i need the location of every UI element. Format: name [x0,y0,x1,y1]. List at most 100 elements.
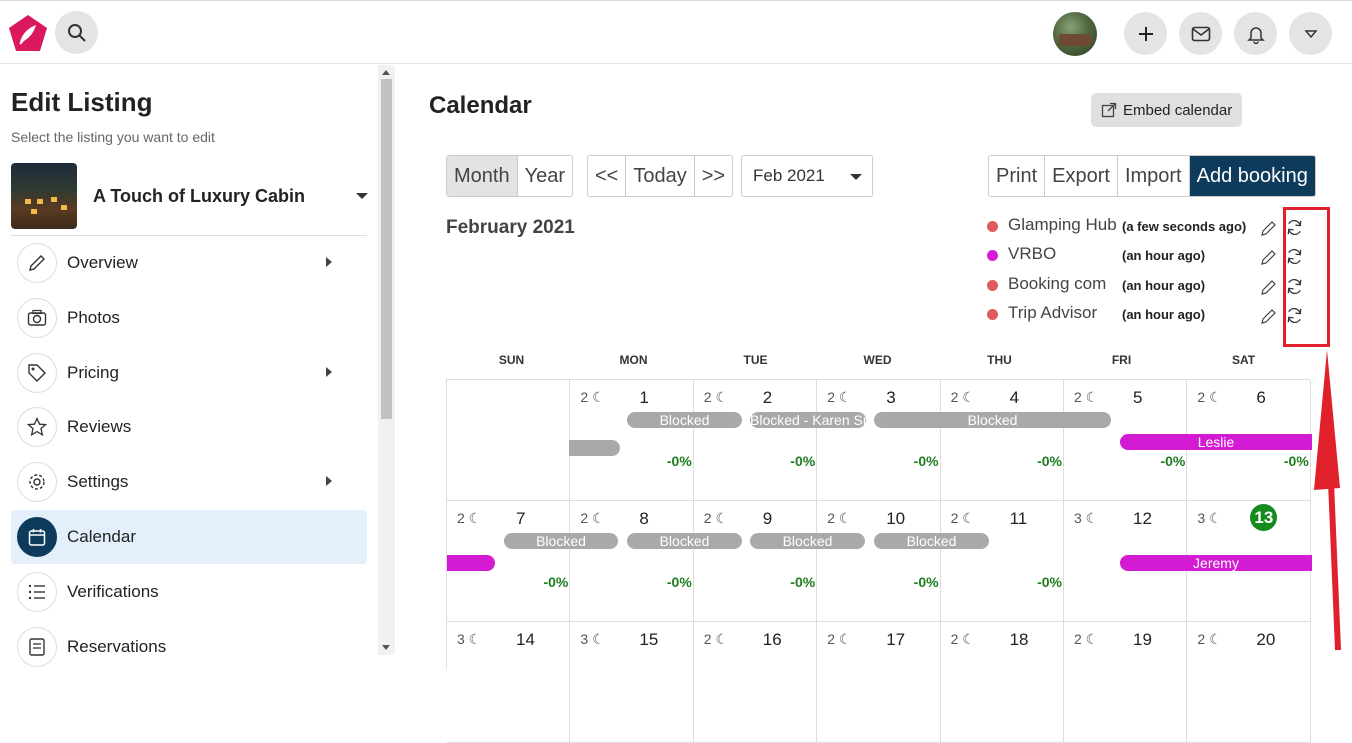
pencil-icon[interactable] [1260,278,1278,296]
calendar-day-cell[interactable]: 2 ☾ 19 [1064,622,1188,743]
notifications-button[interactable] [1234,12,1277,55]
pencil-icon[interactable] [1260,307,1278,325]
day-number: 19 [1133,630,1152,649]
price-adjustment: -0% [1037,453,1062,469]
listing-name[interactable]: A Touch of Luxury Cabin [93,186,305,207]
sync-name: Glamping Hub [1008,215,1117,234]
dropdown-icon [1303,29,1318,38]
embed-calendar-label: Embed calendar [1123,101,1233,119]
sidebar-item-pricing[interactable]: Pricing [11,346,367,400]
blocked-bar[interactable] [569,440,620,456]
calendar-actions: Print Export Import Add booking [988,155,1316,197]
export-button[interactable]: Export [1045,156,1118,196]
add-booking-button[interactable]: Add booking [1189,156,1315,196]
import-button[interactable]: Import [1117,156,1190,196]
blocked-bar[interactable]: Blocked [627,533,742,549]
blocked-bar[interactable]: Blocked [504,533,618,549]
calendar-day-cell[interactable]: 2 ☾ 17 [817,622,941,743]
calendar-day-cell[interactable]: 2 ☾ 2 -0% [693,380,818,501]
moon-icon: ☾ [1081,510,1099,526]
min-stay: 2 ☾ [457,510,481,527]
month-select[interactable]: Feb 2021 [741,155,873,197]
messages-button[interactable] [1179,12,1222,55]
calendar-day-cell[interactable]: 2 ☾ 4 -0% [940,380,1064,501]
calendar-day-cell[interactable]: 2 ☾ 9 -0% [693,501,818,622]
sync-color-dot [987,309,998,320]
embed-calendar-button[interactable]: Embed calendar [1091,93,1242,127]
price-adjustment: -0% [1283,453,1309,469]
calendar-day-cell[interactable]: 2 ☾ 3 -0% [817,380,941,501]
blocked-bar[interactable]: Blocked [874,412,1111,428]
blocked-bar[interactable]: Blocked [627,412,742,428]
next-month-button[interactable]: >> [694,156,733,196]
weekday-header: SUN [498,353,525,367]
pencil-icon[interactable] [1260,219,1278,237]
view-toggle: Month Year [446,155,574,197]
min-stay: 2 ☾ [704,389,728,406]
calendar-day-cell[interactable]: 2 ☾ 18 [940,622,1064,743]
print-button[interactable]: Print [989,156,1046,196]
sync-time: (an hour ago) [1122,307,1206,322]
sidebar-item-label: Reviews [67,417,132,436]
scroll-thumb[interactable] [381,79,392,419]
calendar-day-cell[interactable]: 2 ☾ 10 -0% [817,501,941,622]
sidebar-scrollbar[interactable] [378,65,395,655]
min-stay: 3 ☾ [1074,510,1098,527]
min-stay-value: 2 [703,510,712,526]
pencil-icon[interactable] [1260,248,1278,266]
pencil-icon [17,243,57,283]
sidebar-item-photos[interactable]: Photos [11,291,367,345]
add-button[interactable] [1124,12,1167,55]
highlight-annotation [1283,207,1330,347]
search-button[interactable] [55,11,98,54]
booking-bar[interactable]: Jeremy [1120,555,1312,571]
prev-month-button[interactable]: << [588,156,627,196]
min-stay-value: 2 [1074,631,1082,647]
date-navigation: << Today >> [587,155,734,197]
sidebar-item-reviews[interactable]: Reviews [11,400,367,454]
blocked-bar[interactable]: Blocked [750,533,865,549]
calendar-day-cell[interactable]: 2 ☾ 20 [1187,622,1311,743]
listing-select-caret-icon[interactable] [356,193,368,199]
sidebar-item-label: Reservations [67,637,167,656]
sync-color-dot [987,221,998,232]
month-view-button[interactable]: Month [447,156,518,196]
calendar-day-cell[interactable]: 3 ☾ 14 [447,622,571,743]
min-stay-value: 2 [827,631,835,647]
sidebar-item-verifications[interactable]: Verifications [11,565,367,619]
search-icon [67,23,86,42]
year-view-button[interactable]: Year [517,156,573,196]
blocked-bar[interactable]: Blocked - Karen Smith [750,412,866,428]
calendar-day-cell[interactable]: 2 ☾ 8 -0% [570,501,694,622]
moon-icon: ☾ [588,510,605,526]
booking-bar[interactable] [447,555,495,571]
sync-time: (a few seconds ago) [1122,219,1247,234]
min-stay: 2 ☾ [1074,389,1098,406]
blocked-bar[interactable]: Blocked [874,533,989,549]
scroll-up-icon[interactable] [382,70,390,75]
booking-bar[interactable]: Leslie [1120,434,1312,450]
min-stay: 2 ☾ [827,631,851,648]
sidebar-item-calendar[interactable]: Calendar [11,510,367,564]
day-number: 5 [1133,388,1143,407]
sidebar-item-settings[interactable]: Settings [11,455,367,509]
sidebar-item-reservations[interactable]: Reservations [11,620,367,674]
account-menu-button[interactable] [1289,12,1332,55]
sidebar-item-overview[interactable]: Overview [11,236,367,290]
calendar-day-cell[interactable]: 2 ☾ 11 -0% [940,501,1064,622]
sidebar-item-label: Overview [67,253,138,272]
day-number: 18 [1009,630,1029,649]
calendar-day-cell[interactable]: 3 ☾ 15 [570,622,694,743]
logo-icon[interactable] [8,14,48,52]
sync-row: Booking com (an hour ago) [985,272,1305,298]
bell-icon [1246,26,1265,44]
avatar[interactable] [1053,12,1097,56]
scroll-down-icon[interactable] [382,645,390,650]
sync-time: (an hour ago) [1122,248,1206,263]
calendar-day-cell[interactable] [447,380,571,501]
sync-row: VRBO (an hour ago) [985,242,1305,268]
page-title: Calendar [429,92,532,119]
min-stay: 2 ☾ [951,631,975,648]
today-button[interactable]: Today [626,156,695,196]
calendar-day-cell[interactable]: 2 ☾ 16 [693,622,818,743]
